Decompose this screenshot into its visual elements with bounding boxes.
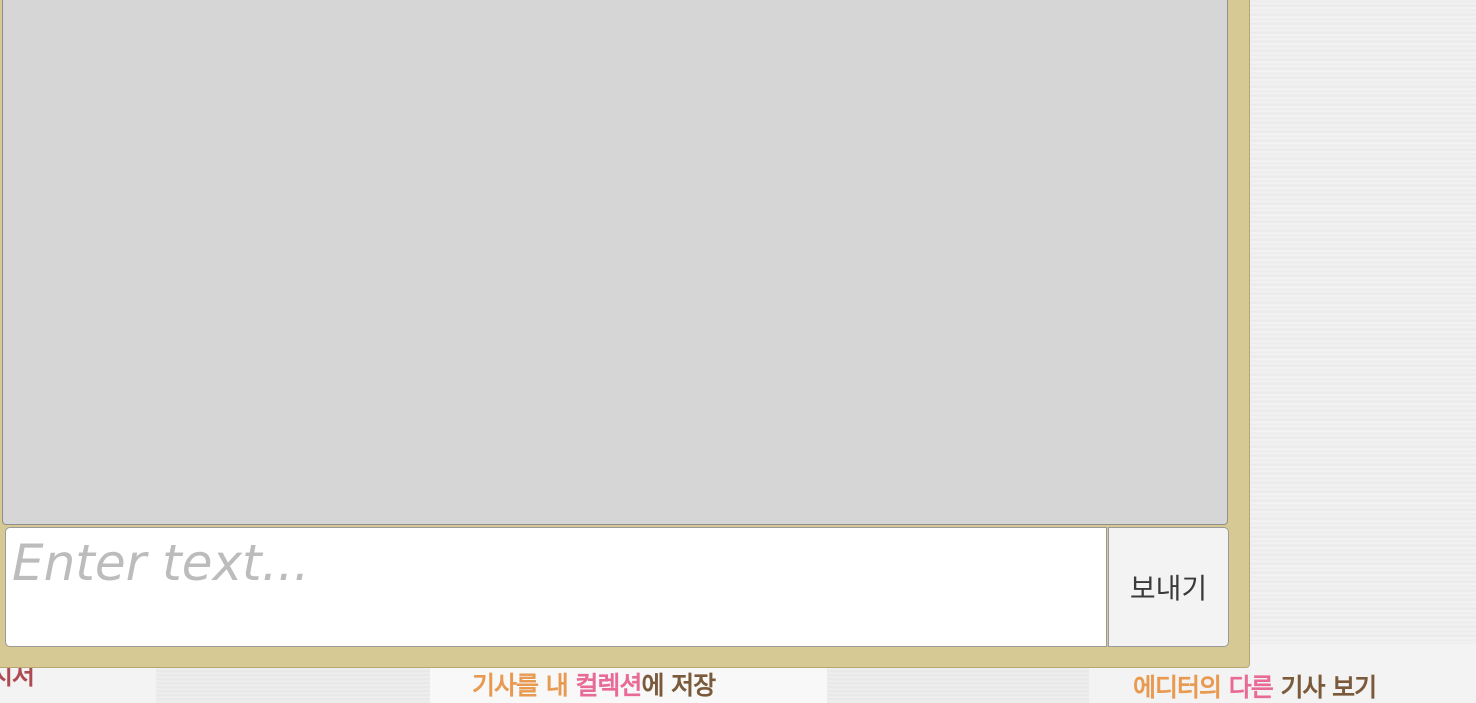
save-to-collection-link[interactable]: 기사를 내 컬렉션에 저장 bbox=[472, 666, 716, 702]
send-button[interactable]: 보내기 bbox=[1108, 527, 1229, 647]
save-link-text-2: 컬렉션 bbox=[575, 671, 642, 700]
other-link-text-3: 기사 보기 bbox=[1280, 673, 1377, 702]
other-link-text-2: 다른 bbox=[1228, 673, 1281, 702]
chat-text-input[interactable] bbox=[5, 527, 1107, 647]
editor-other-articles-link[interactable]: 에디터의 다른 기사 보기 bbox=[1133, 668, 1377, 703]
save-link-text-3: 에 저장 bbox=[641, 671, 716, 700]
chat-panel: 보내기 bbox=[0, 0, 1250, 668]
chat-message-area[interactable] bbox=[2, 0, 1228, 525]
save-link-text-1: 기사를 내 bbox=[472, 671, 576, 700]
other-link-text-1: 에디터의 bbox=[1133, 673, 1229, 702]
